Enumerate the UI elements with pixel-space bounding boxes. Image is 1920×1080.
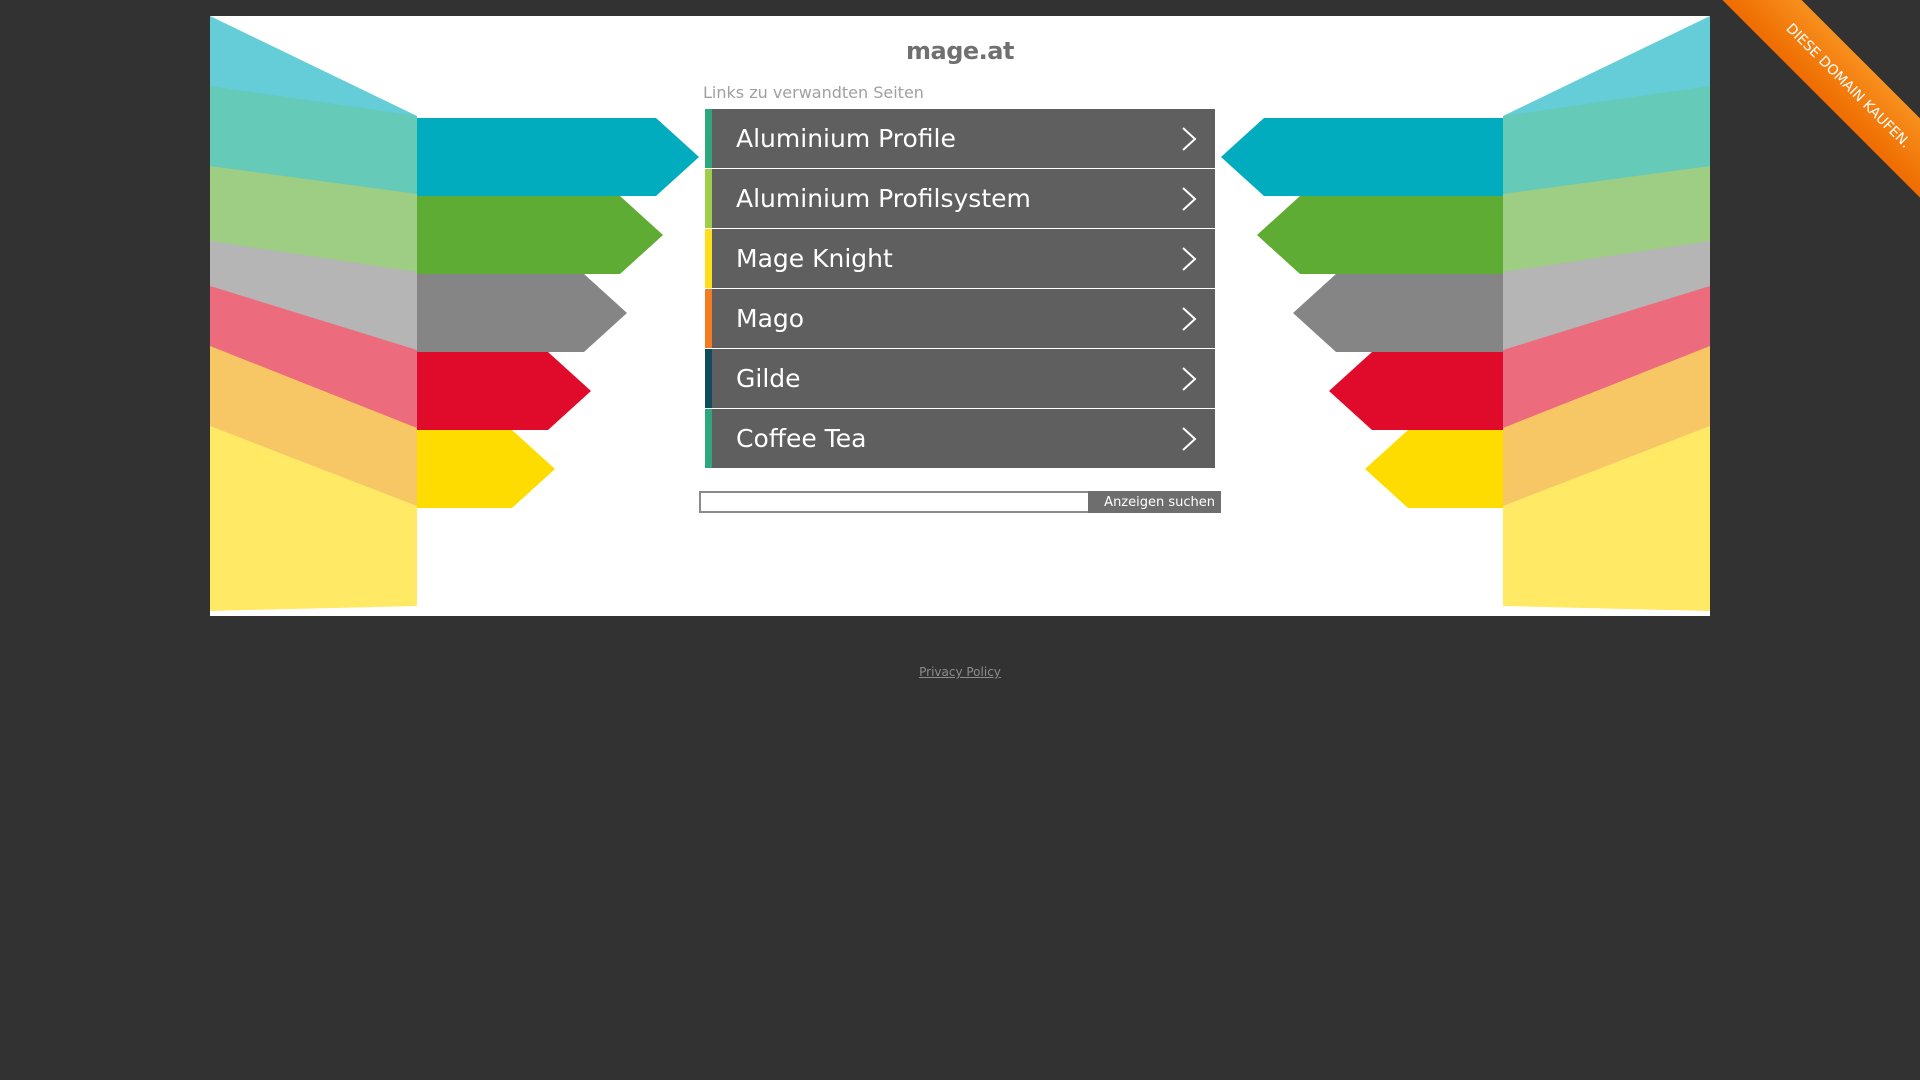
related-links-heading: Links zu verwandten Seiten <box>703 83 924 102</box>
chevron-right-icon <box>1182 307 1197 331</box>
search-input[interactable] <box>699 491 1089 513</box>
related-link-label: Aluminium Profilsystem <box>736 184 1031 213</box>
chevron-right-icon <box>1182 247 1197 271</box>
buy-domain-ribbon[interactable]: DIESE DOMAIN KAUFEN. <box>1700 0 1920 234</box>
related-link-label: Coffee Tea <box>736 424 867 453</box>
related-link-item[interactable]: Mago <box>705 289 1215 348</box>
related-link-label: Gilde <box>736 364 801 393</box>
chevron-right-icon <box>1182 127 1197 151</box>
page: mage.at Links zu verwandten Seiten Alumi… <box>0 0 1920 1080</box>
related-link-label: Mage Knight <box>736 244 893 273</box>
related-links-list: Aluminium Profile Aluminium Profilsystem… <box>705 109 1215 469</box>
related-link-item[interactable]: Aluminium Profile <box>705 109 1215 168</box>
domain-title: mage.at <box>906 37 1014 65</box>
chevron-right-icon <box>1182 427 1197 451</box>
search-button[interactable]: Anzeigen suchen <box>1088 491 1221 513</box>
buy-domain-ribbon-container: DIESE DOMAIN KAUFEN. <box>1680 0 1920 240</box>
related-link-item[interactable]: Aluminium Profilsystem <box>705 169 1215 228</box>
chevron-right-icon <box>1182 187 1197 211</box>
footer: Privacy Policy <box>0 665 1920 679</box>
related-link-label: Aluminium Profile <box>736 124 956 153</box>
search-form: Anzeigen suchen <box>699 491 1221 513</box>
related-link-item[interactable]: Coffee Tea <box>705 409 1215 468</box>
privacy-policy-link[interactable]: Privacy Policy <box>919 665 1001 679</box>
chevron-right-icon <box>1182 367 1197 391</box>
parked-domain-card: mage.at Links zu verwandten Seiten Alumi… <box>210 16 1710 616</box>
related-link-item[interactable]: Gilde <box>705 349 1215 408</box>
related-link-item[interactable]: Mage Knight <box>705 229 1215 288</box>
related-link-label: Mago <box>736 304 805 333</box>
